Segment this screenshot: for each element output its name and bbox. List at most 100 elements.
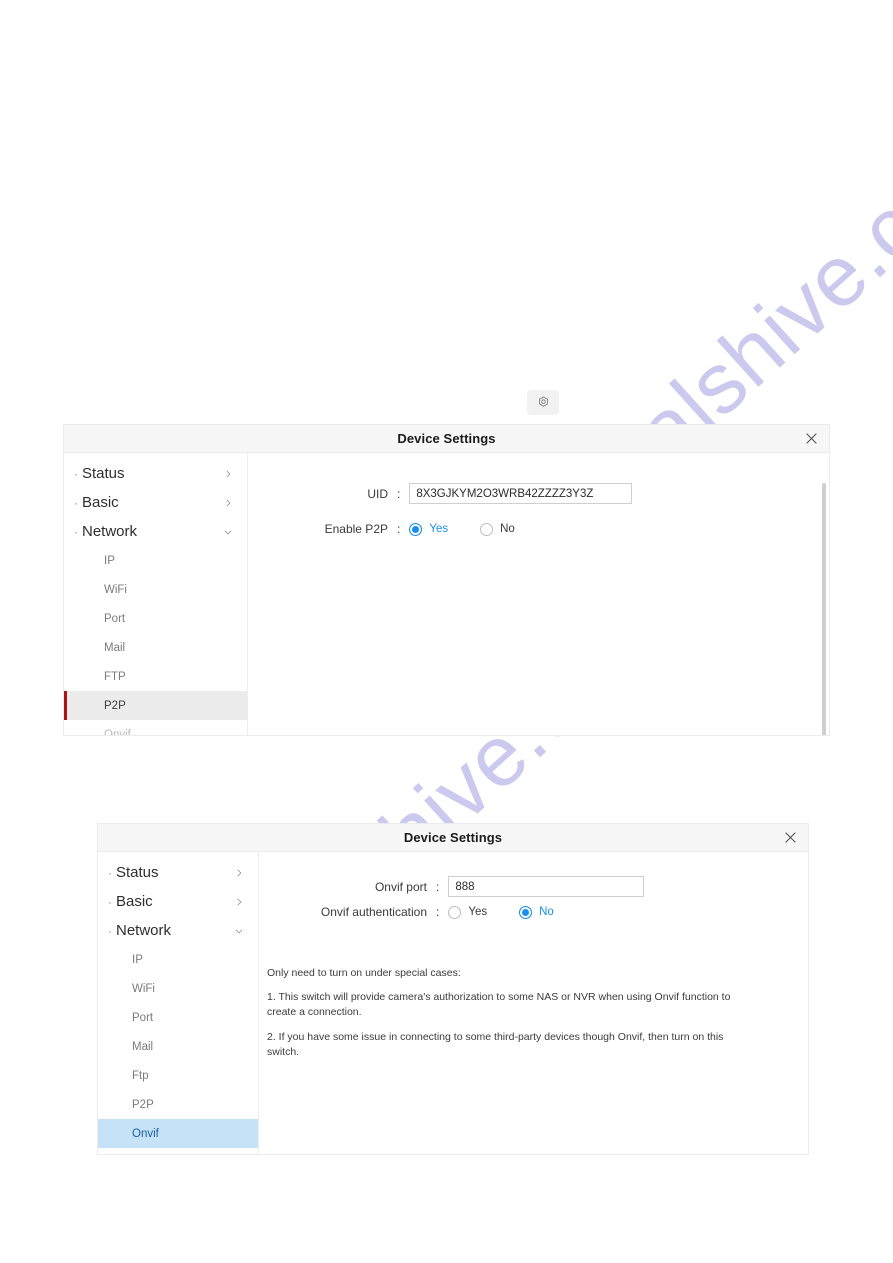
chevron-right-icon (223, 469, 233, 479)
sidebar-item-onvif[interactable]: Onvif (64, 720, 247, 736)
sidebar-item-label: Onvif (132, 1127, 159, 1140)
onvif-port-label: Onvif port (374, 879, 427, 894)
vertical-scrollbar[interactable] (821, 483, 827, 735)
radio-label: No (539, 906, 554, 918)
sidebar-item-port[interactable]: Port (64, 604, 247, 633)
sidebar-item-network[interactable]: · Network (64, 517, 247, 546)
radio-onvif-auth-no[interactable]: No (519, 905, 554, 919)
bullet-icon: · (74, 495, 78, 510)
onvif-port-field-row: Onvif port : (267, 876, 645, 897)
sidebar-item-status[interactable]: · Status (98, 858, 258, 887)
radio-mark-icon (409, 522, 423, 536)
uid-field-row: UID : (308, 483, 633, 504)
radio-label: Yes (429, 523, 449, 535)
sidebar-item-p2p[interactable]: P2P (98, 1090, 258, 1119)
sidebar-item-onvif[interactable]: Onvif (98, 1119, 258, 1148)
colon-separator: : (436, 905, 440, 919)
chevron-down-icon (234, 926, 244, 936)
radio-enable-p2p-yes[interactable]: Yes (409, 522, 449, 536)
sidebar-item-port[interactable]: Port (98, 1003, 258, 1032)
radio-enable-p2p-no[interactable]: No (480, 522, 515, 536)
chevron-right-icon (234, 897, 244, 907)
settings-content-onvif: Onvif port : Onvif authentication : Yes (259, 852, 808, 1154)
radio-label: No (500, 523, 515, 535)
scrollbar-thumb[interactable] (822, 483, 826, 735)
dialog-title: Device Settings (397, 431, 496, 446)
device-settings-dialog-onvif: Device Settings · Status · Basic · Netwo… (98, 824, 808, 1154)
sidebar-item-mail[interactable]: Mail (64, 633, 247, 662)
onvif-auth-field-row: Onvif authentication : Yes No (267, 905, 554, 919)
sidebar-item-label: Status (116, 864, 159, 881)
close-icon[interactable] (801, 429, 821, 449)
dialog-title: Device Settings (403, 830, 503, 845)
bullet-icon: · (108, 923, 112, 938)
sidebar-item-wifi[interactable]: WiFi (64, 575, 247, 604)
radio-onvif-auth-yes[interactable]: Yes (448, 905, 488, 919)
enable-p2p-radio-group: Yes No (409, 522, 515, 536)
uid-label: UID (367, 486, 388, 501)
sidebar-item-label: IP (132, 953, 143, 966)
sidebar-item-ftp[interactable]: FTP (64, 662, 247, 691)
sidebar-item-label: Status (82, 465, 125, 482)
onvif-auth-label: Onvif authentication (320, 905, 427, 919)
settings-gear-button[interactable] (527, 390, 559, 415)
onvif-auth-radio-group: Yes No (448, 905, 554, 919)
sidebar-item-mail[interactable]: Mail (98, 1032, 258, 1061)
chevron-down-icon (223, 527, 233, 537)
sidebar-item-basic[interactable]: · Basic (64, 488, 247, 517)
sidebar-item-label: Onvif (104, 728, 131, 736)
close-icon[interactable] (780, 828, 800, 848)
onvif-note-intro: Only need to turn on under special cases… (267, 967, 461, 979)
sidebar-item-label: Port (104, 612, 126, 625)
onvif-note-item-2: 2. If you have some issue in connecting … (267, 1030, 724, 1058)
enable-p2p-label: Enable P2P (324, 522, 388, 536)
bullet-icon: · (74, 524, 78, 539)
sidebar-item-label: Network (82, 523, 138, 540)
chevron-right-icon (234, 868, 244, 878)
sidebar-item-network[interactable]: · Network (98, 916, 258, 945)
sidebar-item-label: Basic (116, 893, 153, 910)
dialog-body: · Status · Basic · Network IP WiFi Port … (98, 852, 808, 1154)
sidebar-item-label: Mail (132, 1040, 154, 1053)
chevron-right-icon (223, 498, 233, 508)
sidebar-item-label: Mail (104, 641, 126, 654)
sidebar-item-label: WiFi (104, 583, 127, 596)
bullet-icon: · (108, 865, 112, 880)
colon-separator: : (436, 879, 440, 894)
sidebar-item-ftp[interactable]: Ftp (98, 1061, 258, 1090)
radio-label: Yes (468, 906, 488, 918)
radio-mark-icon (448, 905, 462, 919)
sidebar-item-ip[interactable]: IP (64, 546, 247, 575)
onvif-port-input[interactable] (448, 876, 645, 897)
colon-separator: : (397, 522, 401, 536)
sidebar-item-label: FTP (104, 670, 126, 683)
radio-mark-icon (480, 522, 494, 536)
bullet-icon: · (74, 466, 78, 481)
sidebar-item-label: Network (116, 922, 172, 939)
bullet-icon: · (108, 894, 112, 909)
sidebar-item-basic[interactable]: · Basic (98, 887, 258, 916)
settings-content-p2p: UID : Enable P2P : Yes No (248, 453, 829, 735)
sidebar-item-label: Basic (82, 494, 119, 511)
sidebar-item-wifi[interactable]: WiFi (98, 974, 258, 1003)
gear-icon (536, 395, 551, 410)
sidebar-item-label: Port (132, 1011, 154, 1024)
radio-mark-icon (519, 905, 533, 919)
sidebar-item-ip[interactable]: IP (98, 945, 258, 974)
onvif-notes: Only need to turn on under special cases… (267, 966, 737, 1060)
sidebar-item-label: P2P (104, 699, 126, 712)
dialog-body: · Status · Basic · Network IP WiFi Port … (64, 453, 829, 735)
sidebar-item-status[interactable]: · Status (64, 459, 247, 488)
dialog-titlebar: Device Settings (98, 824, 808, 852)
settings-sidebar: · Status · Basic · Network IP WiFi Port … (64, 453, 248, 735)
uid-input[interactable] (409, 483, 633, 504)
sidebar-item-label: WiFi (132, 982, 155, 995)
page-root: manualshive.com manualshive.com Device S… (0, 0, 893, 1263)
settings-sidebar: · Status · Basic · Network IP WiFi Port … (98, 852, 259, 1154)
enable-p2p-field-row: Enable P2P : Yes No (308, 522, 515, 536)
sidebar-item-label: Ftp (132, 1069, 149, 1082)
dialog-titlebar: Device Settings (64, 425, 829, 453)
sidebar-item-p2p[interactable]: P2P (64, 691, 247, 720)
sidebar-item-label: P2P (132, 1098, 154, 1111)
device-settings-dialog-p2p: Device Settings · Status · Basic · Netwo… (64, 425, 829, 735)
